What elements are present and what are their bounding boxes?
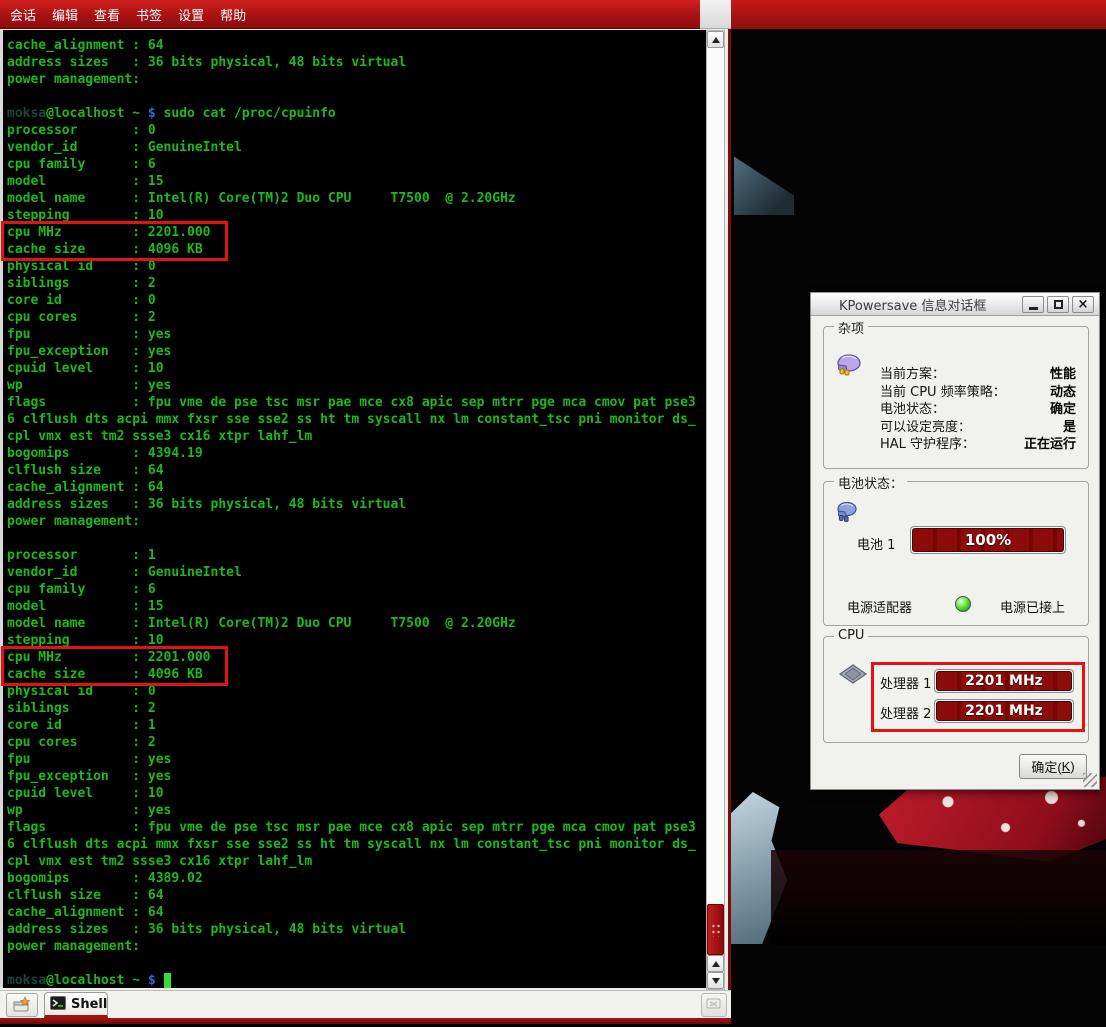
menu-bookmarks[interactable]: 书签 xyxy=(136,5,162,24)
minimize-button[interactable] xyxy=(1022,296,1044,313)
new-session-icon xyxy=(12,996,32,1014)
scrollbar-thumb[interactable] xyxy=(707,904,724,955)
konsole-window: 会话 编辑 查看 书签 设置 帮助 cache_alignment : 64ad… xyxy=(0,0,731,1024)
kpowersave-dialog: KPowersave 信息对话框 × 杂项 当前方案： 性能 当前 CPU xyxy=(810,292,1100,790)
menu-settings[interactable]: 设置 xyxy=(178,5,204,24)
misc-value: 动态 xyxy=(1050,381,1076,398)
adapter-row: 电源适配器 电源已接上 xyxy=(824,595,1088,615)
battery-plug-icon xyxy=(834,500,860,524)
misc-label: 电池状态： xyxy=(880,398,945,415)
maximize-button[interactable] xyxy=(1047,296,1069,313)
cpu-label-2: 处理器 2 xyxy=(880,703,931,722)
menubar: 会话 编辑 查看 书签 设置 帮助 xyxy=(0,0,700,29)
group-misc-legend: 杂项 xyxy=(834,318,868,337)
maximize-icon xyxy=(1054,300,1063,309)
scroll-down-button[interactable] xyxy=(707,972,724,989)
battery-progressbar: 100% xyxy=(910,526,1066,554)
misc-label: HAL 守护程序： xyxy=(880,433,975,450)
screen: { "colors": { "menubar_red": "#a81111", … xyxy=(0,0,1106,1027)
adapter-led-icon xyxy=(955,596,971,612)
konsole-icon xyxy=(50,995,66,1014)
arrow-up-icon xyxy=(712,961,720,967)
dialog-titlebar[interactable]: KPowersave 信息对话框 × xyxy=(811,293,1099,316)
group-cpu-legend: CPU xyxy=(834,628,868,643)
misc-row-scheme: 当前方案： 性能 xyxy=(880,363,1076,380)
cpu-freq-bar-2: 2201 MHz xyxy=(934,699,1074,723)
misc-row-battery-state: 电池状态： 确定 xyxy=(880,398,1076,415)
window-bottom-border xyxy=(0,1018,731,1024)
adapter-status: 电源已接上 xyxy=(1000,597,1065,616)
tab-shell[interactable]: Shell xyxy=(44,992,108,1018)
misc-label: 可以设定亮度： xyxy=(880,416,971,433)
detach-session-button[interactable] xyxy=(701,993,727,1017)
battery-percent: 100% xyxy=(965,531,1011,549)
scroll-up-button[interactable] xyxy=(707,31,724,48)
wallpaper-dark-fold xyxy=(771,850,1106,945)
terminal-output[interactable]: cache_alignment : 64address sizes : 36 b… xyxy=(0,30,706,988)
misc-row-brightness: 可以设定亮度： 是 xyxy=(880,416,1076,433)
group-battery: 电池状态： 电池 1 100% 电源适配器 电源已接上 xyxy=(823,481,1089,626)
close-button[interactable]: × xyxy=(1072,296,1094,313)
misc-value: 正在运行 xyxy=(1024,433,1076,450)
minimize-icon xyxy=(1029,307,1038,310)
misc-value: 性能 xyxy=(1050,363,1076,380)
cpu-label-1: 处理器 1 xyxy=(880,673,931,692)
group-battery-legend: 电池状态： xyxy=(834,473,907,492)
dialog-title: KPowersave 信息对话框 xyxy=(839,295,986,314)
close-icon: × xyxy=(1078,298,1089,311)
group-cpu: CPU 处理器 1 2201 MHz 处理器 2 2201 MHz xyxy=(823,636,1089,743)
misc-value: 确定 xyxy=(1050,398,1076,415)
ok-label-key: K xyxy=(1062,759,1071,774)
menu-view[interactable]: 查看 xyxy=(94,5,120,24)
adapter-label: 电源适配器 xyxy=(847,597,912,616)
arrow-down-icon xyxy=(712,978,720,984)
cpu-row-2: 处理器 2 2201 MHz xyxy=(824,699,1088,723)
terminal-scrollbar[interactable] xyxy=(706,30,725,990)
thumb-grip-icon xyxy=(711,923,722,937)
battery-label: 电池 1 xyxy=(857,534,895,553)
tab-shell-label: Shell xyxy=(71,997,107,1012)
menu-session[interactable]: 会话 xyxy=(10,5,36,24)
menu-help[interactable]: 帮助 xyxy=(220,5,246,24)
misc-value: 是 xyxy=(1063,416,1076,433)
wallpaper-blue-shape xyxy=(734,150,794,215)
cpu-row-1: 处理器 1 2201 MHz xyxy=(824,669,1088,693)
tab-bar: Shell xyxy=(0,990,731,1018)
misc-label: 当前方案： xyxy=(880,363,945,380)
resize-grip[interactable] xyxy=(1083,773,1097,787)
misc-label: 当前 CPU 频率策略： xyxy=(880,381,1006,398)
group-misc: 杂项 当前方案： 性能 当前 CPU 频率策略： 动态 电池状态： 确定 xyxy=(823,326,1089,469)
wallpaper-red-band xyxy=(731,0,1106,29)
cpu-freq-value-1: 2201 MHz xyxy=(965,673,1043,689)
new-tab-button[interactable] xyxy=(6,993,38,1017)
kpowersave-plug-icon xyxy=(834,351,864,377)
misc-row-hal: HAL 守护程序： 正在运行 xyxy=(880,433,1076,450)
session-list-icon xyxy=(705,995,723,1015)
ok-button[interactable]: 确定(K) xyxy=(1019,754,1087,779)
scroll-up-button-bottom[interactable] xyxy=(707,955,724,972)
menubar-corner xyxy=(700,0,731,29)
cpu-freq-bar-1: 2201 MHz xyxy=(934,669,1074,693)
ok-label-post: ) xyxy=(1070,759,1074,774)
misc-row-cpu-policy: 当前 CPU 频率策略： 动态 xyxy=(880,381,1076,398)
cpu-freq-value-2: 2201 MHz xyxy=(965,703,1043,719)
arrow-up-icon xyxy=(712,37,720,43)
ok-label-pre: 确定( xyxy=(1031,757,1061,776)
menu-edit[interactable]: 编辑 xyxy=(52,5,78,24)
